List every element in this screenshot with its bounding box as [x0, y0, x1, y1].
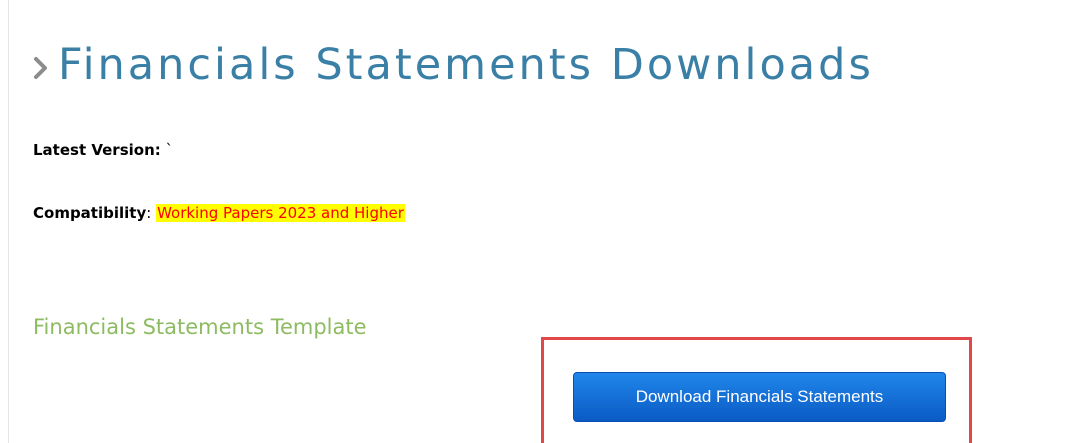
page-title: Financials Statements Downloads — [58, 39, 874, 90]
page-heading: Financials Statements Downloads — [30, 30, 874, 100]
compatibility-value: Working Papers 2023 and Higher — [156, 204, 405, 222]
latest-version-line: Latest Version: ` — [33, 141, 173, 159]
download-financials-statements-button[interactable]: Download Financials Statements — [573, 372, 946, 422]
chevron-right-icon — [30, 55, 52, 81]
latest-version-value: ` — [165, 141, 174, 159]
section-title: Financials Statements Template — [33, 315, 367, 339]
compatibility-label: Compatibility — [33, 204, 147, 222]
left-divider — [8, 0, 9, 443]
compatibility-separator: : — [146, 204, 152, 222]
latest-version-separator: : — [154, 141, 161, 159]
compatibility-line: Compatibility: Working Papers 2023 and H… — [33, 204, 405, 222]
latest-version-label: Latest Version — [33, 141, 155, 159]
